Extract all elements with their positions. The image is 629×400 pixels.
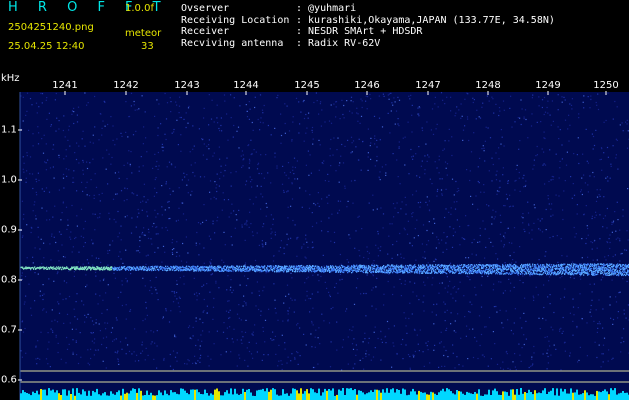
- spectrogram-plot: [18, 91, 629, 400]
- left-tick-label: 1.0: [1, 174, 17, 186]
- top-tick-label: 1242: [113, 80, 139, 91]
- plot-background: [20, 92, 629, 400]
- left-tick-label: 0.6: [1, 374, 17, 386]
- top-tick-label: 1246: [354, 80, 380, 91]
- left-tick-label: 0.9: [1, 224, 17, 236]
- unit-label: kHz: [1, 73, 20, 84]
- top-tick-label: 1244: [233, 80, 259, 91]
- left-tick-label: 1.1: [1, 124, 17, 136]
- top-tick-label: 1249: [535, 80, 561, 91]
- top-tick-label: 1241: [52, 80, 78, 91]
- left-tick-label: 0.8: [1, 274, 17, 286]
- top-tick-label: 1245: [294, 80, 320, 91]
- top-tick-label: 1247: [415, 80, 441, 91]
- left-tick-label: 0.7: [1, 324, 17, 336]
- top-tick-label: 1250: [593, 80, 619, 91]
- top-tick-label: 1248: [475, 80, 501, 91]
- top-tick-label: 1243: [174, 80, 200, 91]
